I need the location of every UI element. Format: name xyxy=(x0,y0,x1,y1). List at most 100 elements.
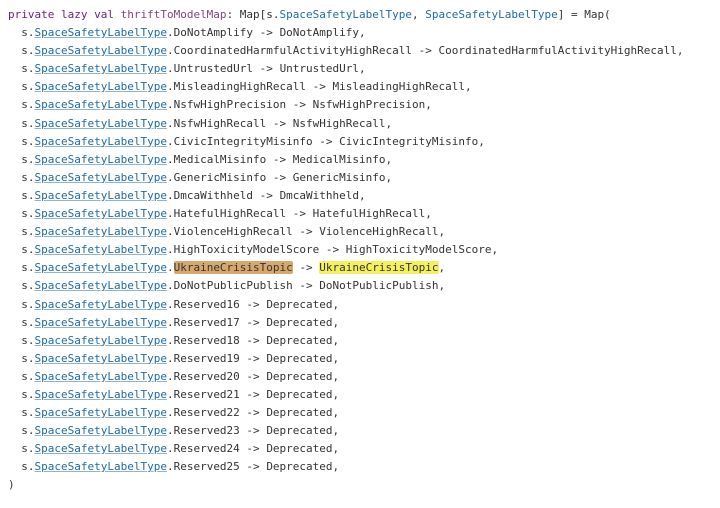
enum-member-left: Reserved18 xyxy=(174,334,240,347)
dot: . xyxy=(167,80,174,93)
enum-type: SpaceSafetyLabelType xyxy=(35,460,167,473)
dot: . xyxy=(167,406,174,419)
enum-member-left: DoNotAmplify xyxy=(174,26,253,39)
enum-type: SpaceSafetyLabelType xyxy=(35,189,167,202)
comma: , xyxy=(333,424,340,437)
comma: , xyxy=(359,26,366,39)
dot: . xyxy=(167,207,174,220)
arrow: -> xyxy=(293,279,320,292)
enum-member-left: Reserved24 xyxy=(174,442,240,455)
enum-member-left: Reserved16 xyxy=(174,298,240,311)
enum-type: SpaceSafetyLabelType xyxy=(35,424,167,437)
arrow: -> xyxy=(293,261,320,274)
line-prefix: s. xyxy=(8,135,35,148)
enum-member-left: GenericMisinfo xyxy=(174,171,267,184)
dot: . xyxy=(167,352,174,365)
comma: , xyxy=(333,460,340,473)
enum-type: SpaceSafetyLabelType xyxy=(35,225,167,238)
enum-member-right: DoNotPublicPublish xyxy=(319,279,438,292)
enum-type: SpaceSafetyLabelType xyxy=(35,388,167,401)
enum-type: SpaceSafetyLabelType xyxy=(35,442,167,455)
enum-type: SpaceSafetyLabelType xyxy=(35,26,167,39)
enum-type: SpaceSafetyLabelType xyxy=(35,98,167,111)
comma: , xyxy=(439,225,446,238)
line-prefix: s. xyxy=(8,44,35,57)
enum-member-left: MedicalMisinfo xyxy=(174,153,267,166)
arrow: -> xyxy=(240,424,267,437)
line-prefix: s. xyxy=(8,243,35,256)
enum-member-right: Deprecated xyxy=(266,298,332,311)
enum-member-right: DmcaWithheld xyxy=(280,189,359,202)
arrow: -> xyxy=(286,207,313,220)
enum-member-right: Deprecated xyxy=(266,460,332,473)
arrow: -> xyxy=(240,406,267,419)
enum-type: SpaceSafetyLabelType xyxy=(35,80,167,93)
line-prefix: s. xyxy=(8,153,35,166)
enum-member-right: Deprecated xyxy=(266,352,332,365)
enum-member-left: HatefulHighRecall xyxy=(174,207,287,220)
line-prefix: s. xyxy=(8,406,35,419)
enum-member-right: Deprecated xyxy=(266,370,332,383)
enum-member-right: NsfwHighPrecision xyxy=(313,98,426,111)
dot: . xyxy=(167,225,174,238)
enum-type: SpaceSafetyLabelType xyxy=(35,406,167,419)
arrow: -> xyxy=(240,298,267,311)
line-prefix: s. xyxy=(8,316,35,329)
enum-member-left: CivicIntegrityMisinfo xyxy=(174,135,313,148)
arrow: -> xyxy=(240,352,267,365)
decl-line: private lazy val thriftToModelMap: Map[s… xyxy=(8,8,611,21)
type-suffix: ] = Map( xyxy=(558,8,611,21)
enum-member-left: CoordinatedHarmfulActivityHighRecall xyxy=(174,44,412,57)
modifiers: private lazy val xyxy=(8,8,114,21)
enum-member-right: DoNotAmplify xyxy=(280,26,359,39)
dot: . xyxy=(167,153,174,166)
comma: , xyxy=(333,388,340,401)
type-name-2: SpaceSafetyLabelType xyxy=(425,8,557,21)
line-prefix: s. xyxy=(8,279,35,292)
enum-member-left: UntrustedUrl xyxy=(174,62,253,75)
enum-member-right: CivicIntegrityMisinfo xyxy=(339,135,478,148)
line-prefix: s. xyxy=(8,261,35,274)
comma: , xyxy=(333,298,340,311)
enum-member-right: Deprecated xyxy=(266,406,332,419)
enum-member-left: UkraineCrisisTopic xyxy=(174,261,293,274)
line-prefix: s. xyxy=(8,388,35,401)
comma: , xyxy=(465,80,472,93)
dot: . xyxy=(167,442,174,455)
line-prefix: s. xyxy=(8,62,35,75)
enum-type: SpaceSafetyLabelType xyxy=(35,153,167,166)
arrow: -> xyxy=(319,243,346,256)
dot: . xyxy=(167,171,174,184)
line-prefix: s. xyxy=(8,334,35,347)
dot: . xyxy=(167,279,174,292)
dot: . xyxy=(167,388,174,401)
arrow: -> xyxy=(313,135,340,148)
arrow: -> xyxy=(286,98,313,111)
arrow: -> xyxy=(266,153,293,166)
arrow: -> xyxy=(253,62,280,75)
type-prefix: : Map[s. xyxy=(227,8,280,21)
enum-member-right: CoordinatedHarmfulActivityHighRecall xyxy=(439,44,677,57)
arrow: -> xyxy=(253,189,280,202)
dot: . xyxy=(167,424,174,437)
enum-member-left: MisleadingHighRecall xyxy=(174,80,306,93)
enum-member-right: ViolenceHighRecall xyxy=(319,225,438,238)
line-prefix: s. xyxy=(8,171,35,184)
enum-type: SpaceSafetyLabelType xyxy=(35,352,167,365)
arrow: -> xyxy=(412,44,439,57)
line-prefix: s. xyxy=(8,442,35,455)
dot: . xyxy=(167,261,174,274)
enum-member-right: GenericMisinfo xyxy=(293,171,386,184)
enum-member-right: HighToxicityModelScore xyxy=(346,243,492,256)
comma: , xyxy=(425,207,432,220)
dot: . xyxy=(167,189,174,202)
dot: . xyxy=(167,370,174,383)
enum-member-right: Deprecated xyxy=(266,316,332,329)
comma: , xyxy=(333,370,340,383)
comma: , xyxy=(359,62,366,75)
enum-member-right: MisleadingHighRecall xyxy=(333,80,465,93)
val-name: thriftToModelMap xyxy=(121,8,227,21)
enum-type: SpaceSafetyLabelType xyxy=(35,171,167,184)
dot: . xyxy=(167,117,174,130)
line-prefix: s. xyxy=(8,460,35,473)
